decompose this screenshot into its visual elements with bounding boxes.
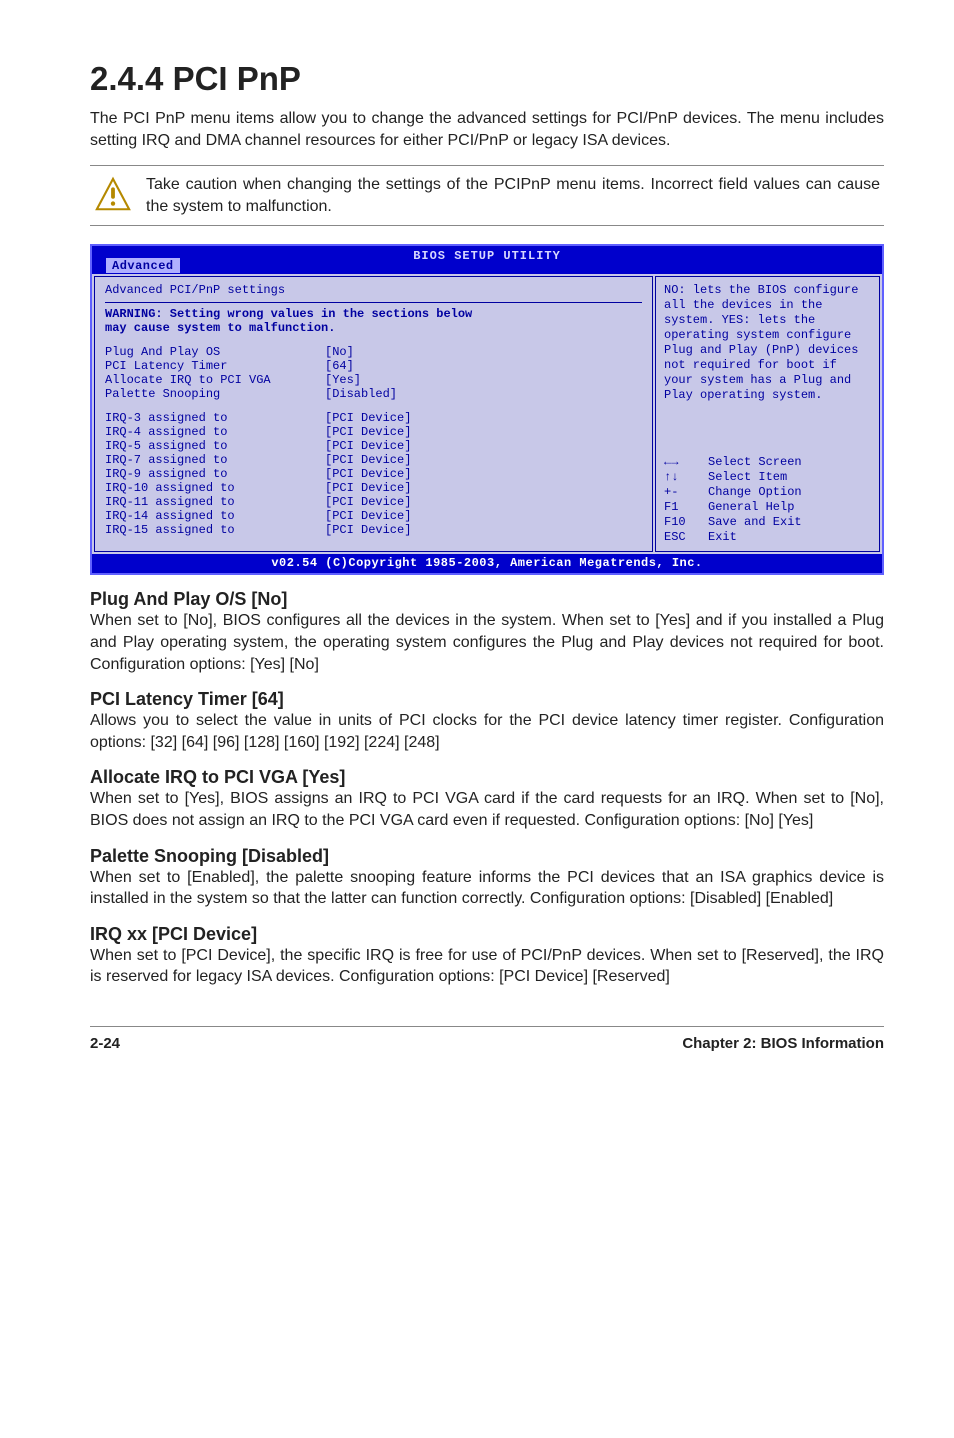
- page-footer: 2-24 Chapter 2: BIOS Information: [90, 1026, 884, 1052]
- bios-setting-row[interactable]: Plug And Play OS [No]: [105, 345, 642, 359]
- bios-setting-value[interactable]: [PCI Device]: [325, 481, 642, 495]
- bios-setting-label: PCI Latency Timer: [105, 359, 325, 373]
- bios-setting-label: IRQ-3 assigned to: [105, 411, 325, 425]
- bios-setting-row[interactable]: IRQ-11 assigned to [PCI Device]: [105, 495, 642, 509]
- bios-help-panel: NO: lets the BIOS configure all the devi…: [655, 276, 880, 552]
- bios-nav-key: ←→: [664, 455, 708, 470]
- subsection-heading: Allocate IRQ to PCI VGA [Yes]: [90, 767, 884, 788]
- bios-setting-value[interactable]: [PCI Device]: [325, 411, 642, 425]
- bios-setting-label: IRQ-9 assigned to: [105, 467, 325, 481]
- bios-setting-label: IRQ-7 assigned to: [105, 453, 325, 467]
- bios-nav-action: Select Item: [708, 470, 787, 485]
- bios-setting-row[interactable]: IRQ-3 assigned to [PCI Device]: [105, 411, 642, 425]
- bios-setting-row[interactable]: IRQ-15 assigned to [PCI Device]: [105, 523, 642, 537]
- subsection-heading: Plug And Play O/S [No]: [90, 589, 884, 610]
- subsection-body: When set to [Enabled], the palette snoop…: [90, 867, 884, 910]
- bios-title: BIOS SETUP UTILITY: [92, 249, 882, 263]
- bios-setting-row[interactable]: IRQ-4 assigned to [PCI Device]: [105, 425, 642, 439]
- bios-setting-value[interactable]: [PCI Device]: [325, 495, 642, 509]
- bios-setting-value[interactable]: [Disabled]: [325, 387, 642, 401]
- bios-setting-value[interactable]: [PCI Device]: [325, 425, 642, 439]
- bios-setting-row[interactable]: IRQ-14 assigned to [PCI Device]: [105, 509, 642, 523]
- bios-setting-label: Palette Snooping: [105, 387, 325, 401]
- subsection-heading: Palette Snooping [Disabled]: [90, 846, 884, 867]
- bios-setting-label: IRQ-4 assigned to: [105, 425, 325, 439]
- caution-note: Take caution when changing the settings …: [90, 165, 884, 226]
- bios-nav-key: F10: [664, 515, 708, 530]
- chapter-label: Chapter 2: BIOS Information: [682, 1035, 884, 1052]
- bios-setting-value[interactable]: [Yes]: [325, 373, 642, 387]
- bios-nav-action: Select Screen: [708, 455, 802, 470]
- caution-text: Take caution when changing the settings …: [136, 172, 884, 219]
- subsection-heading: IRQ xx [PCI Device]: [90, 924, 884, 945]
- subsection-body: Allows you to select the value in units …: [90, 710, 884, 753]
- page-number: 2-24: [90, 1035, 120, 1052]
- bios-setting-value[interactable]: [PCI Device]: [325, 509, 642, 523]
- bios-setting-value[interactable]: [PCI Device]: [325, 467, 642, 481]
- bios-setting-row[interactable]: Palette Snooping [Disabled]: [105, 387, 642, 401]
- bios-nav-key: ESC: [664, 530, 708, 545]
- bios-setting-row[interactable]: IRQ-10 assigned to [PCI Device]: [105, 481, 642, 495]
- bios-setting-value[interactable]: [PCI Device]: [325, 439, 642, 453]
- bios-copyright: v02.54 (C)Copyright 1985-2003, American …: [92, 554, 882, 573]
- intro-paragraph: The PCI PnP menu items allow you to chan…: [90, 108, 884, 151]
- bios-setting-row[interactable]: PCI Latency Timer [64]: [105, 359, 642, 373]
- bios-nav-key: +-: [664, 485, 708, 500]
- section-heading: 2.4.4 PCI PnP: [90, 60, 884, 98]
- bios-setting-value[interactable]: [PCI Device]: [325, 453, 642, 467]
- subsection-body: When set to [Yes], BIOS assigns an IRQ t…: [90, 788, 884, 831]
- bios-nav-key: ↑↓: [664, 470, 708, 485]
- bios-nav-action: Save and Exit: [708, 515, 802, 530]
- bios-setting-label: IRQ-14 assigned to: [105, 509, 325, 523]
- bios-setting-label: IRQ-15 assigned to: [105, 523, 325, 537]
- bios-nav-action: Change Option: [708, 485, 802, 500]
- bios-setting-label: Allocate IRQ to PCI VGA: [105, 373, 325, 387]
- bios-setting-row[interactable]: IRQ-5 assigned to [PCI Device]: [105, 439, 642, 453]
- subsection-heading: PCI Latency Timer [64]: [90, 689, 884, 710]
- bios-setting-row[interactable]: Allocate IRQ to PCI VGA [Yes]: [105, 373, 642, 387]
- bios-setting-row[interactable]: IRQ-7 assigned to [PCI Device]: [105, 453, 642, 467]
- bios-setting-label: IRQ-5 assigned to: [105, 439, 325, 453]
- bios-nav-key: F1: [664, 500, 708, 515]
- bios-nav-help: ←→Select Screen ↑↓Select Item +-Change O…: [664, 455, 871, 545]
- bios-setting-value[interactable]: [64]: [325, 359, 642, 373]
- bios-nav-action: General Help: [708, 500, 794, 515]
- subsection-body: When set to [PCI Device], the specific I…: [90, 945, 884, 988]
- bios-setting-label: Plug And Play OS: [105, 345, 325, 359]
- bios-setting-value[interactable]: [No]: [325, 345, 642, 359]
- bios-setting-label: IRQ-10 assigned to: [105, 481, 325, 495]
- bios-tab-advanced[interactable]: Advanced: [106, 258, 180, 273]
- bios-warning-line-1: WARNING: Setting wrong values in the sec…: [105, 307, 642, 321]
- bios-subtitle: Advanced PCI/PnP settings: [105, 283, 642, 297]
- bios-setting-label: IRQ-11 assigned to: [105, 495, 325, 509]
- bios-main-panel: Advanced PCI/PnP settings WARNING: Setti…: [94, 276, 653, 552]
- subsection-body: When set to [No], BIOS configures all th…: [90, 610, 884, 675]
- caution-icon: [90, 172, 136, 214]
- bios-nav-action: Exit: [708, 530, 737, 545]
- bios-setting-row[interactable]: IRQ-9 assigned to [PCI Device]: [105, 467, 642, 481]
- bios-screenshot: BIOS SETUP UTILITY Advanced Advanced PCI…: [90, 244, 884, 575]
- bios-setting-value[interactable]: [PCI Device]: [325, 523, 642, 537]
- bios-warning-line-2: may cause system to malfunction.: [105, 321, 642, 335]
- bios-help-text: NO: lets the BIOS configure all the devi…: [664, 283, 871, 403]
